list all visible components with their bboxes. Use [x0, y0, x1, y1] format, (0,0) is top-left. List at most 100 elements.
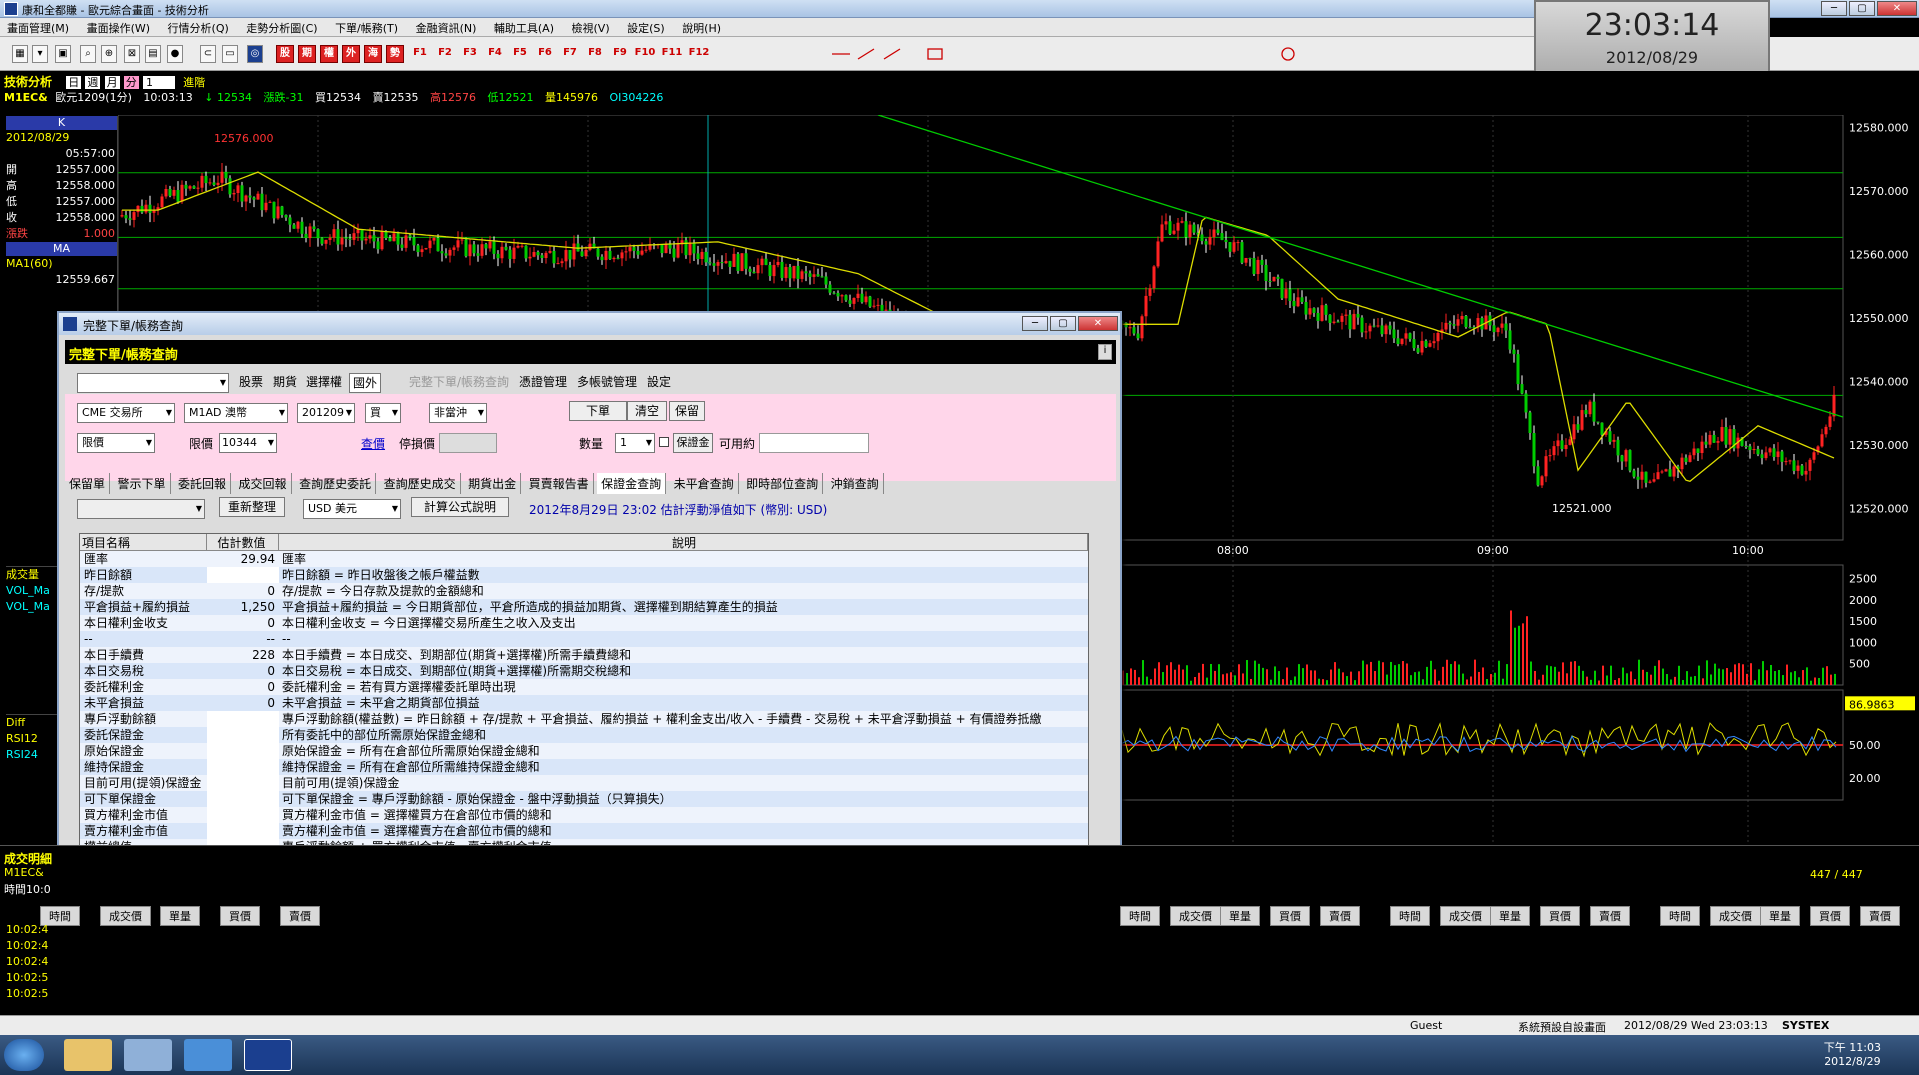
side-select[interactable]: 買 [365, 403, 401, 423]
trades-col-header[interactable]: 成交價 [1710, 906, 1761, 926]
grid-row[interactable]: 本日手續費 228 本日手續費 = 本日成交、到期部位(期貨+選擇權)所需手續費總和 [80, 647, 1088, 663]
subtab-reserved[interactable]: 保留單 [65, 473, 111, 494]
grid-row[interactable]: 原始保證金 原始保證金 = 所有在倉部位所需原始保證金總和 [80, 743, 1088, 759]
subtab-margin-query[interactable]: 保證金查詢 [597, 473, 667, 494]
grid-row[interactable]: 未平倉損益 0 未平倉損益 = 未平倉之期貨部位損益 [80, 695, 1088, 711]
period-day-tab[interactable]: 日 [66, 76, 82, 89]
tab-options[interactable]: 選擇權 [303, 373, 345, 393]
refresh-button[interactable]: 重新整理 [219, 497, 285, 517]
menu-financial-info[interactable]: 金融資訊(N) [409, 18, 484, 38]
subtab-withdraw[interactable]: 期貨出金 [464, 473, 522, 494]
grid-row[interactable]: 本日交易稅 0 本日交易稅 = 本日成交、到期部位(期貨+選擇權)所需期交稅總和 [80, 663, 1088, 679]
grid-row[interactable]: 委託保證金 所有委託中的部位所需原始保證金總和 [80, 727, 1088, 743]
price-type-select[interactable]: 限價 [77, 433, 155, 453]
trades-col-header[interactable]: 時間 [1390, 906, 1430, 926]
trades-col-header[interactable]: 時間 [1660, 906, 1700, 926]
trades-col-header[interactable]: 賣價 [280, 906, 320, 926]
grid-row[interactable]: 委託權利金 0 委託權利金 = 若有買方選擇權委託單時出現 [80, 679, 1088, 695]
menu-tools[interactable]: 輔助工具(A) [487, 18, 561, 38]
grid-row[interactable]: 平倉損益+履約損益 1,250 平倉損益+履約損益 = 今日期貨部位，平倉所造成的損… [80, 599, 1088, 615]
grid-row[interactable]: 存/提款 0 存/提款 = 今日存款及提款的金額總和 [80, 583, 1088, 599]
subtab-open-position[interactable]: 未平倉查詢 [670, 473, 739, 494]
order-button[interactable]: 下單 [569, 401, 627, 421]
subtab-fill-history[interactable]: 查詢歷史成交 [380, 473, 461, 494]
dialog-close-button[interactable]: ✕ [1078, 316, 1118, 331]
currency-select[interactable]: USD 美元 [303, 499, 401, 519]
f11-button[interactable]: F11 [660, 45, 684, 63]
quick-stock-button[interactable]: 股 [276, 45, 294, 63]
quick-options-button[interactable]: 權 [320, 45, 338, 63]
zoom-icon[interactable]: ⊕ [101, 45, 117, 63]
tab-settings[interactable]: 設定 [643, 373, 675, 393]
grid-row[interactable]: 專戶浮動餘額 專戶浮動餘額(權益數) = 昨日餘額 + 存/提款 + 平倉損益、履… [80, 711, 1088, 727]
maximize-button[interactable]: ▢ [1849, 1, 1875, 16]
f2-button[interactable]: F2 [433, 45, 457, 63]
grid-row[interactable]: 匯率 29.94 匯率 [80, 551, 1088, 567]
trades-col-header[interactable]: 單量 [1490, 906, 1530, 926]
menu-order-account[interactable]: 下單/帳務(T) [328, 18, 405, 38]
tab-full-order[interactable]: 完整下單/帳務查詢 [405, 373, 513, 393]
subtab-offset-query[interactable]: 沖銷查詢 [827, 473, 884, 494]
trades-col-header[interactable]: 賣價 [1590, 906, 1630, 926]
grid-row[interactable]: 昨日餘額 昨日餘額 = 昨日收盤後之帳戶權益數 [80, 567, 1088, 583]
grid-header-desc[interactable]: 說明 [279, 534, 1088, 550]
f4-button[interactable]: F4 [483, 45, 507, 63]
trades-col-header[interactable]: 單量 [1760, 906, 1800, 926]
trades-col-header[interactable]: 單量 [1220, 906, 1260, 926]
tab-multi-account[interactable]: 多帳號管理 [573, 373, 641, 393]
notepad-icon[interactable] [124, 1039, 172, 1071]
offset-select[interactable]: 非當沖 [429, 403, 487, 423]
exchange-select[interactable]: CME 交易所 [77, 403, 175, 423]
subtab-statement[interactable]: 買賣報告書 [525, 473, 594, 494]
subtab-order-report[interactable]: 委託回報 [174, 473, 232, 494]
dialog-info-icon[interactable]: i [1098, 344, 1112, 360]
quick-foreign-button[interactable]: 外 [342, 45, 360, 63]
quick-overseas-button[interactable]: 海 [364, 45, 382, 63]
trades-col-header[interactable]: 成交價 [1440, 906, 1491, 926]
subtab-realtime-position[interactable]: 即時部位查詢 [742, 473, 824, 494]
menu-quote-analysis[interactable]: 行情分析(Q) [161, 18, 236, 38]
trades-col-header[interactable]: 買價 [1810, 906, 1850, 926]
period-value-select[interactable]: 1 [142, 76, 175, 89]
table-icon[interactable]: ▤ [145, 45, 161, 63]
tab-futures[interactable]: 期貨 [269, 373, 301, 393]
grid-row[interactable]: 買方權利金市值 買方權利金市值 = 選擇權買方在倉部位市價的總和 [80, 807, 1088, 823]
trades-col-header[interactable]: 賣價 [1860, 906, 1900, 926]
trades-col-header[interactable]: 買價 [220, 906, 260, 926]
subtab-fill-report[interactable]: 成交回報 [235, 473, 292, 494]
menu-screen-mgmt[interactable]: 畫面管理(M) [0, 18, 76, 38]
trades-col-header[interactable]: 成交價 [1170, 906, 1221, 926]
f5-button[interactable]: F5 [508, 45, 532, 63]
query-price-link[interactable]: 查價 [361, 435, 385, 452]
product-select[interactable]: M1AD 澳幣 [184, 403, 288, 423]
f7-button[interactable]: F7 [558, 45, 582, 63]
trades-col-header[interactable]: 買價 [1270, 906, 1310, 926]
tab-cert[interactable]: 憑證管理 [515, 373, 571, 393]
menu-settings[interactable]: 設定(S) [620, 18, 672, 38]
search-icon[interactable]: ⌕ [80, 45, 96, 63]
f10-button[interactable]: F10 [633, 45, 657, 63]
f12-button[interactable]: F12 [687, 45, 711, 63]
trades-col-header[interactable]: 成交價 [100, 906, 151, 926]
grid-icon[interactable]: ▦ [12, 45, 28, 63]
logo-icon[interactable]: ◎ [247, 45, 263, 63]
start-button[interactable] [4, 1039, 44, 1071]
formula-button[interactable]: 計算公式說明 [411, 497, 509, 517]
period-month-tab[interactable]: 月 [104, 76, 120, 89]
menu-help[interactable]: 說明(H) [675, 18, 728, 38]
f9-button[interactable]: F9 [608, 45, 632, 63]
grid-row[interactable]: 維持保證金 維持保證金 = 所有在倉部位所需維持保證金總和 [80, 759, 1088, 775]
grid-row[interactable]: 賣方權利金市值 賣方權利金市值 = 選擇權賣方在倉部位市價的總和 [80, 823, 1088, 839]
month-select[interactable]: 201209 [297, 403, 355, 423]
grid-header-value[interactable]: 估計數值 [207, 534, 279, 550]
cancel-icon[interactable]: ⊠ [124, 45, 140, 63]
quick-futures-button[interactable]: 期 [298, 45, 316, 63]
keep-button[interactable]: 保留 [669, 401, 705, 421]
quick-trend-button[interactable]: 勢 [386, 45, 404, 63]
qty-stepper[interactable]: 1 [615, 433, 655, 453]
concord-app-icon[interactable] [244, 1039, 292, 1071]
dialog-maximize-button[interactable]: ▢ [1050, 316, 1076, 331]
grid-row[interactable]: 本日權利金收支 0 本日權利金收支 = 今日選擇權交易所產生之收入及支出 [80, 615, 1088, 631]
trades-col-header[interactable]: 單量 [160, 906, 200, 926]
f8-button[interactable]: F8 [583, 45, 607, 63]
